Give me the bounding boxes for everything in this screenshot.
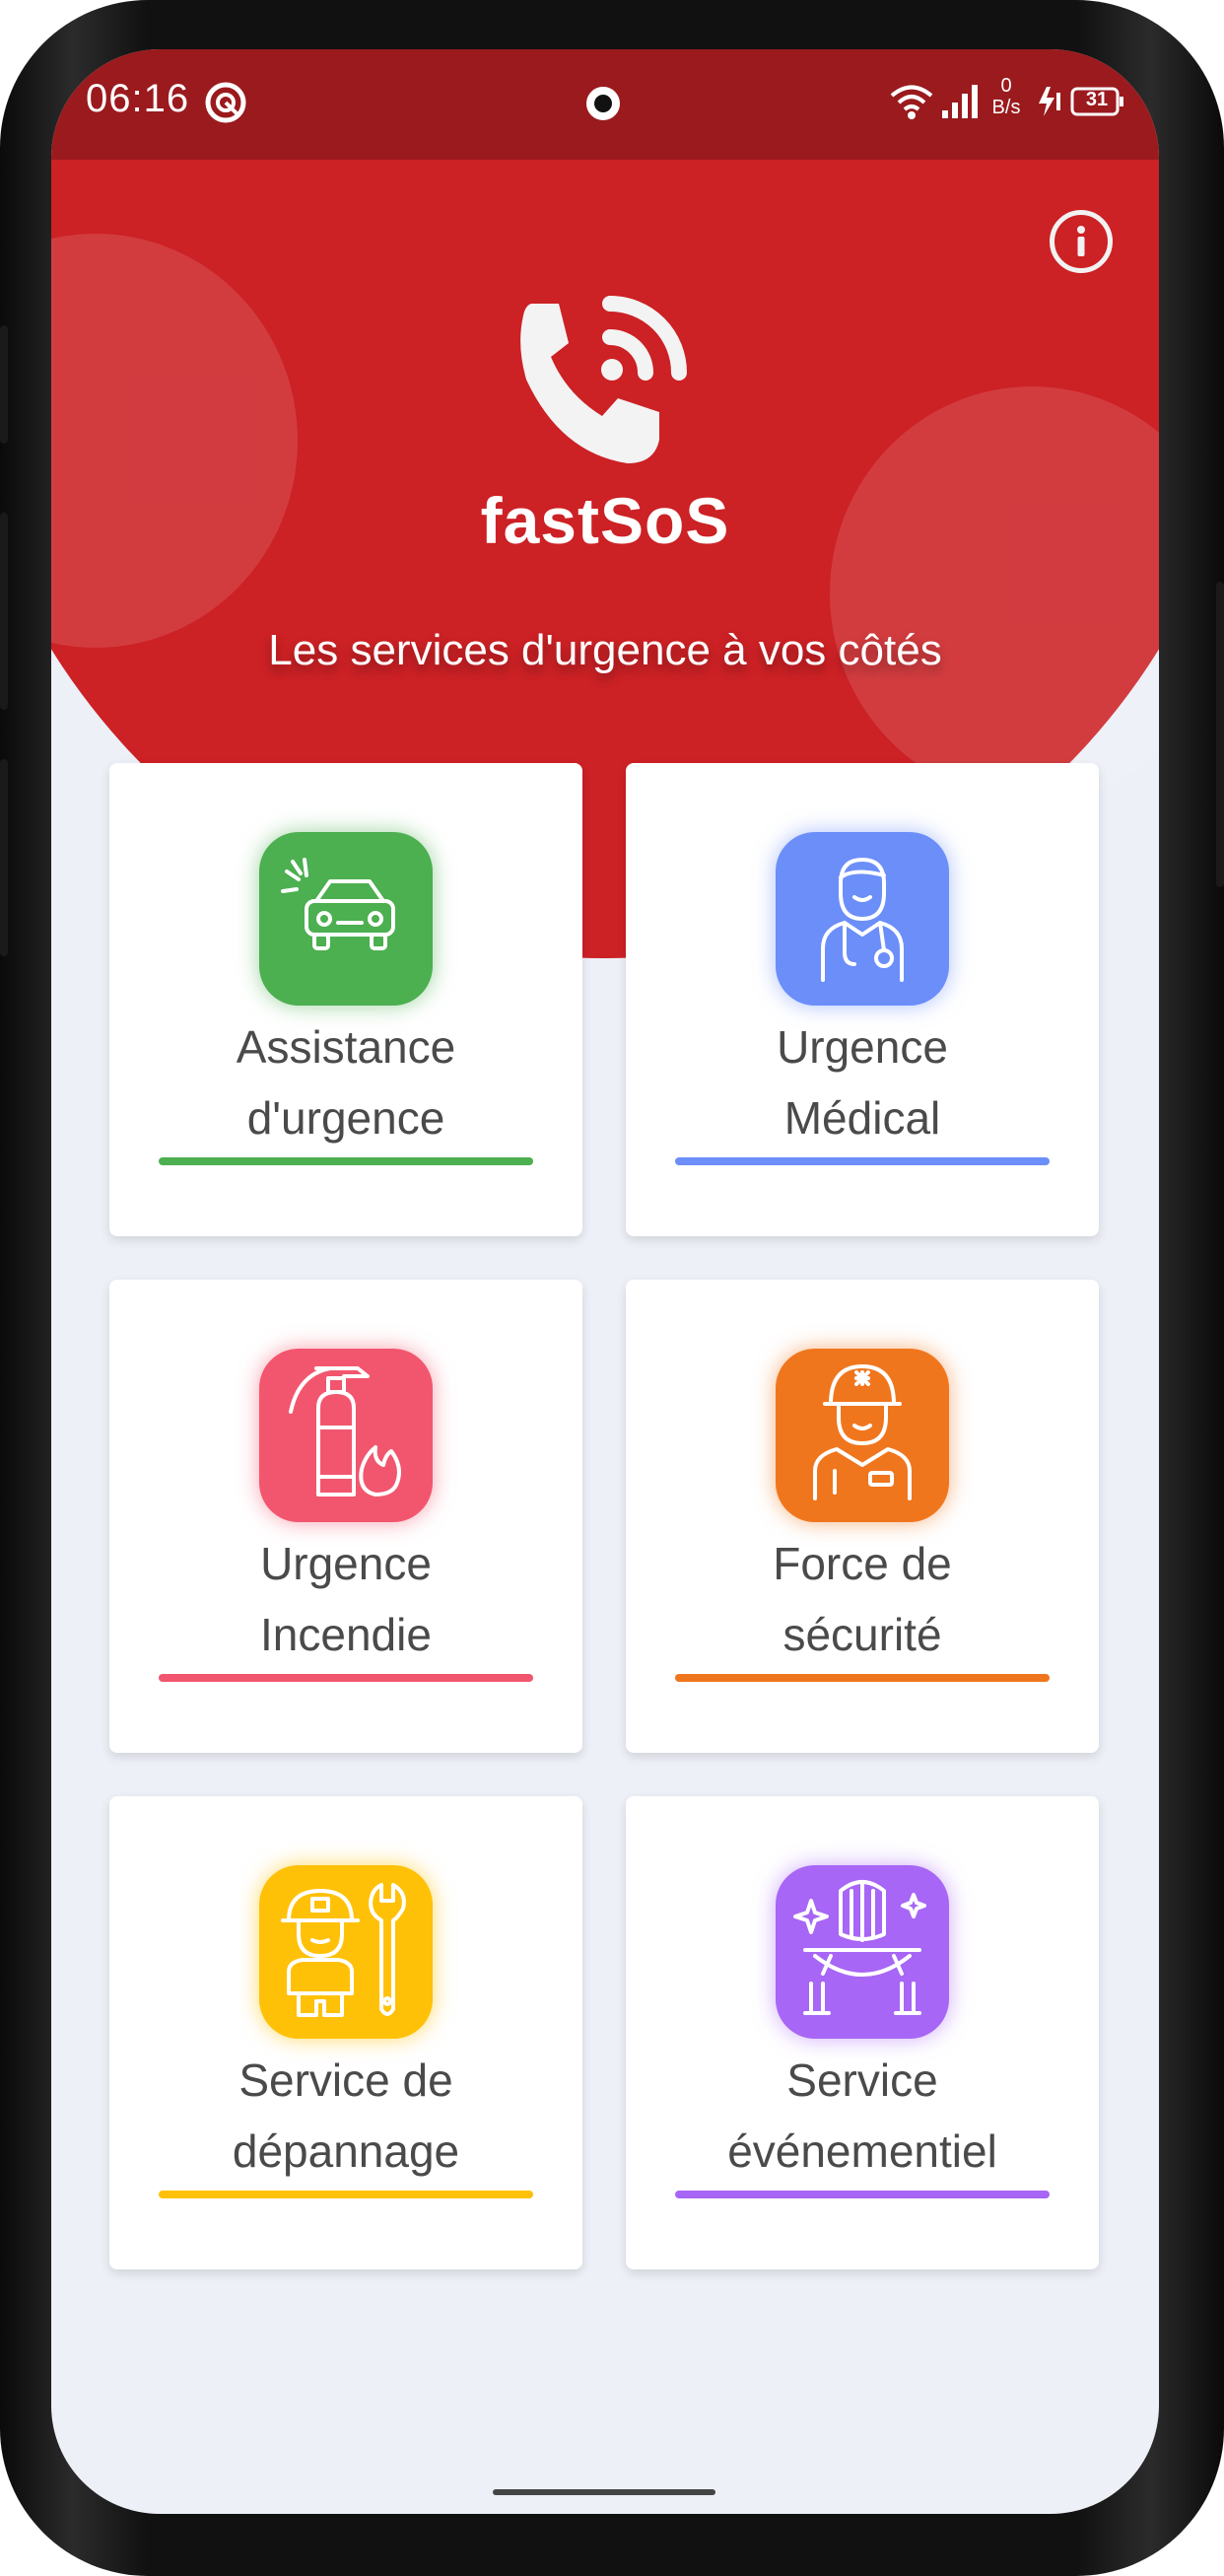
home-indicator[interactable]: [493, 2489, 715, 2495]
service-card-fire[interactable]: Urgence Incendie: [109, 1280, 582, 1753]
service-card-towing[interactable]: Service de dépannage: [109, 1796, 582, 2269]
info-button[interactable]: [1050, 210, 1113, 273]
service-label: Urgence Médical: [777, 1021, 948, 1144]
status-bar: 06:16 0 B/s 31: [51, 49, 1159, 160]
phone-frame: 06:16 0 B/s 31 fastSoS Les services d'ur…: [0, 0, 1224, 2576]
volume-button: [0, 513, 8, 710]
service-label: Force de sécurité: [773, 1538, 952, 1660]
net-speed-unit: B/s: [991, 97, 1021, 118]
service-underline: [675, 1674, 1050, 1682]
volume-button: [0, 759, 8, 956]
service-label: Assistance d'urgence: [236, 1021, 456, 1144]
volume-button: [0, 325, 8, 444]
service-card-assistance[interactable]: Assistance d'urgence: [109, 763, 582, 1236]
service-label: Urgence Incendie: [260, 1538, 432, 1660]
charging-icon: [1035, 85, 1064, 123]
phone-waves-icon: [520, 296, 687, 463]
app-screen: 06:16 0 B/s 31 fastSoS Les services d'ur…: [51, 49, 1159, 2514]
app-tagline: Les services d'urgence à vos côtés: [268, 626, 942, 674]
doctor-icon: [776, 832, 949, 1006]
front-camera: [586, 87, 620, 120]
police-officer-icon: [776, 1349, 949, 1522]
signal-icon: [940, 79, 986, 125]
focus-mode-icon: [204, 81, 247, 129]
service-label: Service événementiel: [727, 2054, 997, 2177]
mechanic-icon: [259, 1865, 433, 2039]
service-underline: [159, 1674, 533, 1682]
wifi-icon: [889, 83, 934, 125]
service-underline: [159, 2191, 533, 2198]
net-speed-value: 0: [1000, 75, 1012, 97]
car-crash-icon: [259, 832, 433, 1006]
service-underline: [675, 1157, 1050, 1165]
service-card-events[interactable]: Service événementiel: [626, 1796, 1099, 2269]
app-title: fastSoS: [480, 484, 730, 557]
status-time: 06:16: [86, 77, 190, 120]
service-card-medical[interactable]: Urgence Médical: [626, 763, 1099, 1236]
service-underline: [675, 2191, 1050, 2198]
info-icon: [1077, 226, 1085, 256]
app-logo: [502, 296, 709, 483]
net-speed: 0 B/s: [991, 75, 1021, 118]
event-stage-icon: [776, 1865, 949, 2039]
service-card-security[interactable]: Force de sécurité: [626, 1280, 1099, 1753]
service-label: Service de dépannage: [232, 2054, 460, 2177]
power-button: [1216, 582, 1224, 887]
fire-extinguisher-icon: [259, 1349, 433, 1522]
service-underline: [159, 1157, 533, 1165]
battery-level: 31: [1085, 89, 1109, 110]
